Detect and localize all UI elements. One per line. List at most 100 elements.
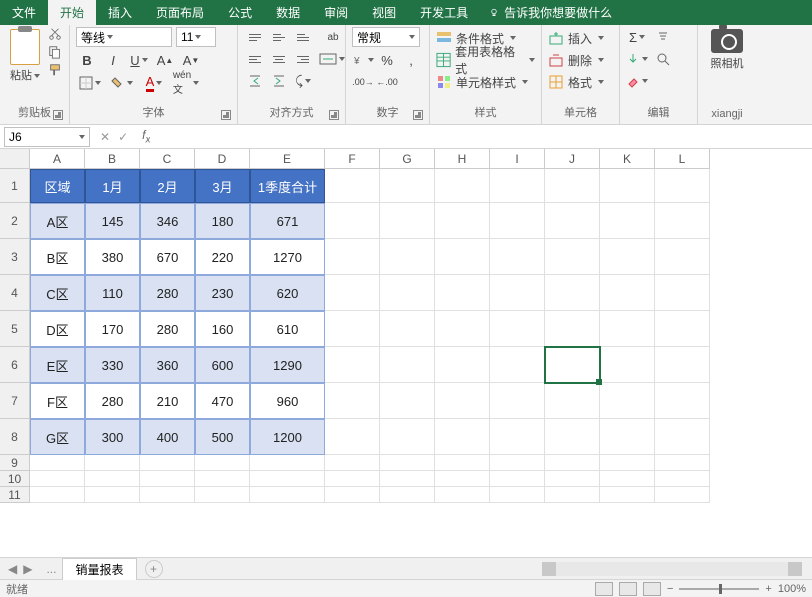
horizontal-scrollbar[interactable] (542, 562, 802, 576)
font-size-select[interactable]: 11 (176, 27, 216, 47)
cell[interactable] (380, 347, 435, 383)
tab-file[interactable]: 文件 (0, 0, 48, 25)
table-data-cell[interactable]: 1270 (250, 239, 325, 275)
col-header[interactable]: G (380, 149, 435, 169)
italic-button[interactable]: I (102, 50, 124, 70)
fill-handle[interactable] (596, 379, 602, 385)
cell[interactable] (600, 275, 655, 311)
cell[interactable] (655, 275, 710, 311)
col-header[interactable]: L (655, 149, 710, 169)
table-header-cell[interactable]: 1季度合计 (250, 169, 325, 203)
cell[interactable] (490, 311, 545, 347)
cell[interactable] (380, 203, 435, 239)
row-header[interactable]: 4 (0, 275, 30, 311)
cell[interactable] (325, 383, 380, 419)
cell[interactable] (490, 275, 545, 311)
table-data-cell[interactable]: 280 (85, 383, 140, 419)
cell[interactable] (545, 471, 600, 487)
col-header[interactable]: D (195, 149, 250, 169)
increase-decimal-button[interactable]: .00→ (352, 72, 374, 92)
cell[interactable] (545, 203, 600, 239)
cell[interactable] (195, 455, 250, 471)
cell[interactable] (545, 239, 600, 275)
cell[interactable] (325, 311, 380, 347)
cell[interactable] (195, 487, 250, 503)
cell[interactable] (545, 169, 600, 203)
table-data-cell[interactable]: 300 (85, 419, 140, 455)
col-header[interactable]: I (490, 149, 545, 169)
table-data-cell[interactable]: 500 (195, 419, 250, 455)
align-middle-button[interactable] (268, 27, 290, 47)
table-data-cell[interactable]: 1290 (250, 347, 325, 383)
table-data-cell[interactable]: C区 (30, 275, 85, 311)
cell[interactable] (435, 275, 490, 311)
cell[interactable] (435, 203, 490, 239)
cell[interactable] (30, 487, 85, 503)
cell[interactable] (380, 383, 435, 419)
copy-icon[interactable] (48, 45, 62, 59)
table-data-cell[interactable]: 360 (140, 347, 195, 383)
cell[interactable] (380, 275, 435, 311)
view-page-break-button[interactable] (643, 582, 661, 596)
table-data-cell[interactable]: 600 (195, 347, 250, 383)
table-data-cell[interactable]: 220 (195, 239, 250, 275)
cell[interactable] (325, 275, 380, 311)
cell[interactable] (490, 347, 545, 383)
cell[interactable] (435, 347, 490, 383)
cell[interactable] (545, 487, 600, 503)
tab-more[interactable]: ... (40, 562, 62, 576)
tab-nav-prev[interactable]: ◀ (8, 562, 17, 576)
comma-button[interactable]: , (400, 50, 422, 70)
cell[interactable] (600, 311, 655, 347)
percent-button[interactable]: % (376, 50, 398, 70)
cell[interactable] (490, 239, 545, 275)
align-left-button[interactable] (244, 49, 266, 69)
cell[interactable] (250, 455, 325, 471)
underline-button[interactable]: U (128, 50, 150, 70)
cell[interactable] (140, 487, 195, 503)
merge-button[interactable] (318, 49, 346, 69)
cell[interactable] (545, 455, 600, 471)
cell[interactable] (380, 419, 435, 455)
number-format-select[interactable]: 常规 (352, 27, 420, 47)
cell[interactable] (30, 455, 85, 471)
table-data-cell[interactable]: B区 (30, 239, 85, 275)
cell[interactable] (435, 311, 490, 347)
cell[interactable] (600, 419, 655, 455)
zoom-out-button[interactable]: − (667, 583, 673, 595)
col-header[interactable]: E (250, 149, 325, 169)
tab-developer[interactable]: 开发工具 (408, 0, 480, 25)
align-top-button[interactable] (244, 27, 266, 47)
cell[interactable] (600, 347, 655, 383)
cell[interactable] (655, 471, 710, 487)
cell[interactable] (600, 169, 655, 203)
table-header-cell[interactable]: 区域 (30, 169, 85, 203)
cell[interactable] (600, 383, 655, 419)
tab-page-layout[interactable]: 页面布局 (144, 0, 216, 25)
font-color-button[interactable]: A (140, 73, 168, 93)
cell[interactable] (325, 203, 380, 239)
col-header[interactable]: C (140, 149, 195, 169)
table-data-cell[interactable]: 330 (85, 347, 140, 383)
cell[interactable] (545, 311, 600, 347)
cancel-formula-button[interactable]: ✕ (100, 130, 110, 144)
table-data-cell[interactable]: 610 (250, 311, 325, 347)
align-bottom-button[interactable] (292, 27, 314, 47)
cell[interactable] (380, 471, 435, 487)
cell[interactable] (30, 471, 85, 487)
table-header-cell[interactable]: 2月 (140, 169, 195, 203)
table-data-cell[interactable]: G区 (30, 419, 85, 455)
row-header[interactable]: 9 (0, 455, 30, 471)
table-data-cell[interactable]: 470 (195, 383, 250, 419)
table-data-cell[interactable]: 620 (250, 275, 325, 311)
align-right-button[interactable] (292, 49, 314, 69)
cell[interactable] (140, 471, 195, 487)
view-page-layout-button[interactable] (619, 582, 637, 596)
fill-color-button[interactable] (108, 73, 136, 93)
dialog-icon[interactable] (413, 110, 423, 120)
cell[interactable] (600, 203, 655, 239)
increase-font-button[interactable]: A▲ (154, 50, 176, 70)
delete-cells-button[interactable]: 删除 (548, 49, 613, 71)
tell-me[interactable]: 告诉我你想要做什么 (488, 4, 612, 21)
cell[interactable] (655, 455, 710, 471)
